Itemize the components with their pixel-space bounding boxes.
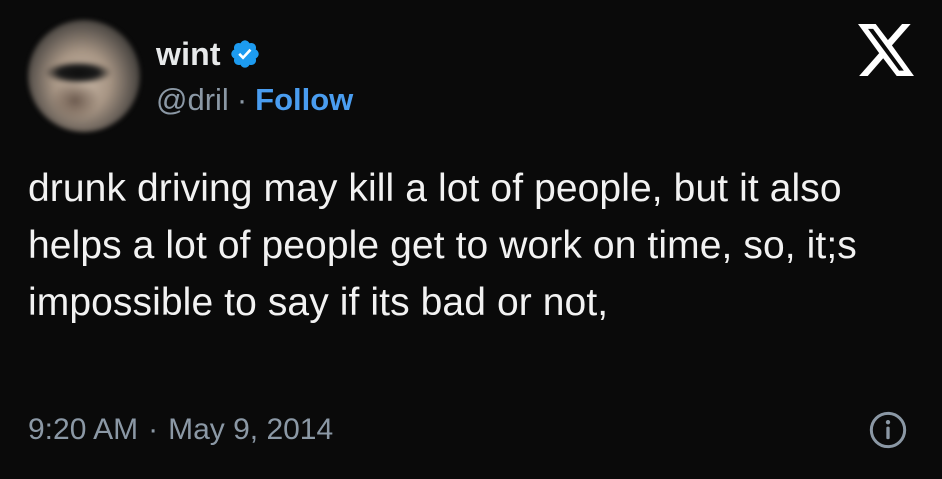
tweet-card: wint @dril · Follow drunk driving may ki… <box>0 0 942 479</box>
user-handle[interactable]: @dril <box>156 82 229 118</box>
info-icon[interactable] <box>868 410 908 450</box>
tweet-footer: 9:20 AM · May 9, 2014 <box>28 406 333 454</box>
handle-row: @dril · Follow <box>156 78 353 122</box>
avatar[interactable] <box>28 20 140 132</box>
tweet-time[interactable]: 9:20 AM <box>28 413 138 447</box>
follow-button[interactable]: Follow <box>255 82 353 118</box>
user-info: wint @dril · Follow <box>156 20 353 132</box>
tweet-header: wint @dril · Follow <box>28 18 353 134</box>
verified-badge-icon <box>229 38 261 70</box>
separator-dot: · <box>236 82 248 117</box>
display-name[interactable]: wint <box>156 36 221 73</box>
name-row: wint <box>156 30 353 78</box>
separator-dot: · <box>148 413 159 446</box>
tweet-text: drunk driving may kill a lot of people, … <box>28 167 857 324</box>
x-logo-icon[interactable] <box>858 24 914 76</box>
tweet-date[interactable]: May 9, 2014 <box>168 413 333 447</box>
